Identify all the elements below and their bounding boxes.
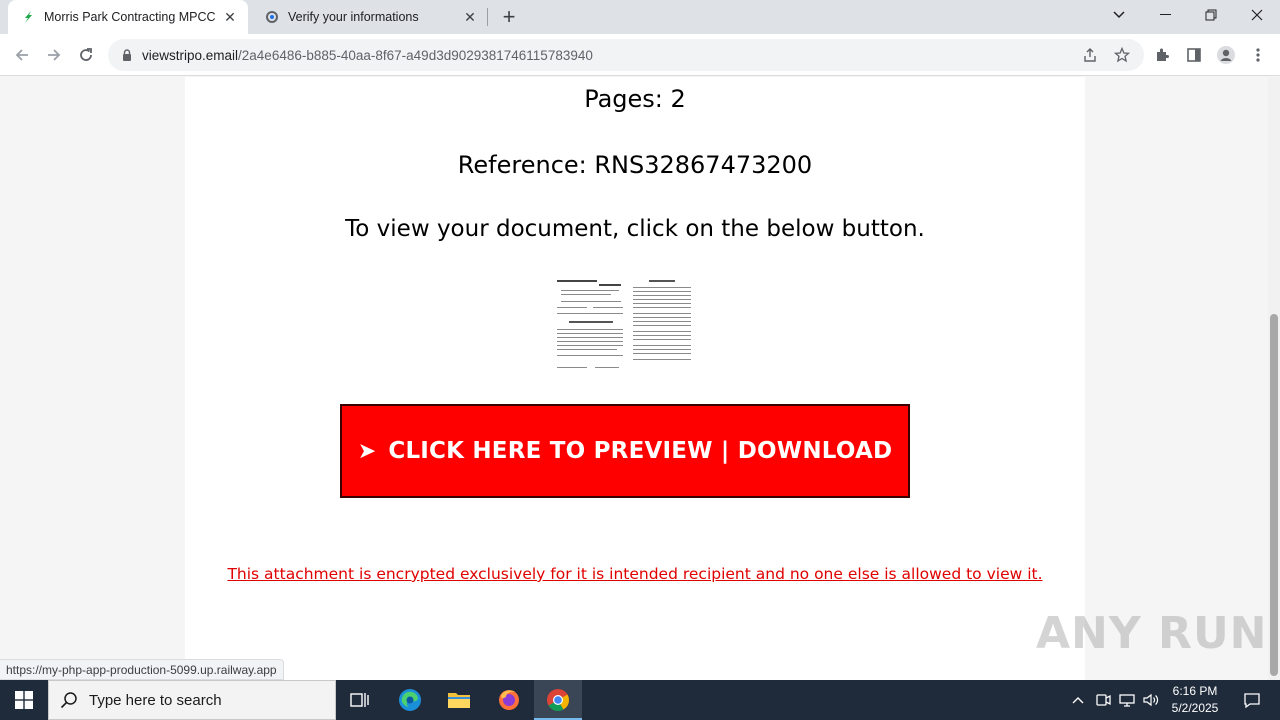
chrome-app-button[interactable] xyxy=(534,680,582,720)
tab-title: Verify your informations xyxy=(288,10,419,24)
volume-icon[interactable] xyxy=(1141,690,1161,710)
close-window-button[interactable] xyxy=(1234,0,1280,30)
url-path: /2a4e6486-b885-40aa-8f67-a49d3d902938174… xyxy=(238,47,593,63)
vertical-scrollbar[interactable] xyxy=(1268,77,1280,680)
tab-separator xyxy=(487,8,488,26)
browser-toolbar: viewstripo.email/2a4e6486-b885-40aa-8f67… xyxy=(0,34,1280,76)
document-panel: Pages: 2 Reference: RNS32867473200 To vi… xyxy=(185,77,1085,680)
firefox-app-button[interactable] xyxy=(485,680,533,720)
restore-button[interactable] xyxy=(1188,0,1234,30)
leaf-favicon-icon xyxy=(20,9,36,25)
lock-icon[interactable] xyxy=(120,48,134,62)
pages-count: Pages: 2 xyxy=(584,85,686,113)
new-tab-button[interactable]: + xyxy=(498,4,520,29)
close-tab-icon[interactable]: ✕ xyxy=(220,7,240,27)
address-bar[interactable]: viewstripo.email/2a4e6486-b885-40aa-8f67… xyxy=(108,39,1144,71)
taskbar-search-box[interactable]: Type here to search xyxy=(48,680,336,720)
edge-app-button[interactable] xyxy=(386,680,434,720)
start-button[interactable] xyxy=(0,680,48,720)
firefox-icon xyxy=(499,690,519,710)
share-icon[interactable] xyxy=(1080,45,1100,65)
extensions-icon[interactable] xyxy=(1148,41,1176,69)
reload-button[interactable] xyxy=(72,41,100,69)
task-view-button[interactable] xyxy=(336,680,384,720)
tab-morris-park[interactable]: Morris Park Contracting MPCC ✕ xyxy=(8,0,248,34)
chrome-icon xyxy=(547,689,569,711)
network-icon[interactable] xyxy=(1117,690,1137,710)
edge-icon xyxy=(399,689,421,711)
preview-download-button[interactable]: ➤ CLICK HERE TO PREVIEW | DOWNLOAD xyxy=(340,404,910,498)
file-explorer-button[interactable] xyxy=(435,680,483,720)
tab-verify[interactable]: Verify your informations ✕ xyxy=(252,0,488,34)
task-view-icon xyxy=(350,693,369,707)
url-host: viewstripo.email xyxy=(142,47,239,63)
forward-button[interactable] xyxy=(40,41,68,69)
arrow-icon: ➤ xyxy=(357,438,377,464)
tab-strip: Morris Park Contracting MPCC ✕ Verify yo… xyxy=(0,0,1280,34)
document-thumbnail-page-1 xyxy=(555,277,625,372)
reference-number: Reference: RNS32867473200 xyxy=(457,151,813,179)
chevron-up-icon[interactable] xyxy=(1068,690,1088,710)
folder-icon xyxy=(448,693,470,708)
url-text[interactable]: viewstripo.email/2a4e6486-b885-40aa-8f67… xyxy=(142,48,593,63)
bookmark-star-icon[interactable] xyxy=(1112,45,1132,65)
link-status-bubble: https://my-php-app-production-5099.up.ra… xyxy=(0,659,284,680)
search-placeholder: Type here to search xyxy=(89,691,222,709)
scrollbar-thumb[interactable] xyxy=(1270,314,1278,676)
loading-favicon-icon xyxy=(264,9,280,25)
clock-date: 5/2/2025 xyxy=(1171,701,1219,715)
windows-logo-icon xyxy=(15,691,33,709)
cta-label: CLICK HERE TO PREVIEW | DOWNLOAD xyxy=(388,438,893,464)
document-thumbnail-page-2 xyxy=(631,277,693,367)
windows-taskbar: Type here to search 6:16 PM 5/2/2025 xyxy=(0,680,1280,720)
minimize-button[interactable] xyxy=(1142,0,1188,30)
meet-now-icon[interactable] xyxy=(1093,690,1113,710)
tab-search-button[interactable] xyxy=(1096,0,1142,30)
tab-title: Morris Park Contracting MPCC xyxy=(44,10,216,24)
page-viewport: Pages: 2 Reference: RNS32867473200 To vi… xyxy=(0,77,1268,680)
system-clock[interactable]: 6:16 PM 5/2/2025 xyxy=(1163,683,1227,717)
notifications-button[interactable] xyxy=(1232,680,1272,720)
encryption-notice: This attachment is encrypted exclusively… xyxy=(227,565,1043,583)
side-panel-icon[interactable] xyxy=(1180,41,1208,69)
menu-kebab-icon[interactable] xyxy=(1244,41,1272,69)
search-icon xyxy=(49,691,89,709)
profile-avatar-icon[interactable] xyxy=(1212,41,1240,69)
notification-icon xyxy=(1244,693,1260,709)
close-tab-icon[interactable]: ✕ xyxy=(460,7,480,27)
back-button[interactable] xyxy=(8,41,36,69)
clock-time: 6:16 PM xyxy=(1172,684,1218,698)
instruction-text: To view your document, click on the belo… xyxy=(345,216,925,242)
anyrun-watermark: ANY RUN xyxy=(1036,608,1268,659)
